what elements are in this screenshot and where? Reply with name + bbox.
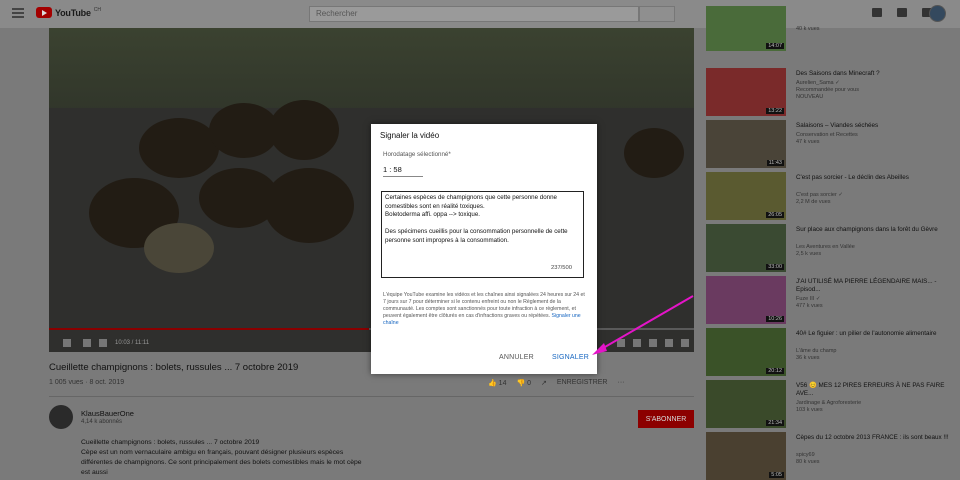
sidebar-thumbnail[interactable]: 20:12 — [706, 328, 786, 376]
cancel-button[interactable]: ANNULER — [499, 354, 534, 361]
search-input[interactable]: Rechercher — [309, 6, 639, 22]
top-bar: YouTube CH Rechercher — [0, 0, 960, 28]
sidebar-video-meta: 40 k vues — [796, 26, 820, 32]
sidebar-thumbnail[interactable]: 13:22 — [706, 68, 786, 116]
search-placeholder: Rechercher — [316, 9, 358, 18]
save-button[interactable]: ENREGISTRER — [557, 379, 608, 387]
sidebar-thumbnail[interactable]: 10:26 — [706, 276, 786, 324]
divider — [49, 396, 694, 397]
sidebar-video-title[interactable]: V56 😊 MES 12 PIRES ERREURS À NE PAS FAIR… — [796, 382, 956, 398]
sidebar-video-title[interactable]: Sur place aux champignons dans la forêt … — [796, 226, 956, 234]
hamburger-menu-icon[interactable] — [12, 8, 24, 18]
sidebar-video-meta: Aurelien_Sama ✓ Recommandée pour vous NO… — [796, 80, 859, 100]
youtube-play-icon — [36, 7, 52, 18]
mushroom-shape — [139, 118, 219, 178]
search-button[interactable] — [639, 6, 675, 22]
sidebar-video-title[interactable]: Salaisons – Viandes séchées — [796, 122, 956, 130]
sidebar-video-title[interactable]: C'est pas sorcier - Le déclin des Abeill… — [796, 174, 956, 182]
sidebar-video-title[interactable]: J'AI UTILISÉ MA PIERRE LÉGENDAIRE MAIS..… — [796, 278, 956, 294]
video-duration-badge: 26:05 — [766, 212, 784, 218]
video-title: Cueillette champignons : bolets, russule… — [49, 362, 299, 373]
channel-subscribers: 4,14 k abonnés — [81, 419, 123, 425]
channel-name[interactable]: KlausBauerOne — [81, 409, 134, 418]
theater-mode-icon[interactable] — [665, 339, 673, 347]
video-duration-badge: 10:26 — [766, 316, 784, 322]
sidebar-video-title[interactable]: Des Saisons dans Minecraft ? — [796, 70, 956, 78]
logo-text: YouTube — [55, 7, 91, 18]
next-icon[interactable] — [83, 339, 91, 347]
top-icons — [872, 8, 932, 17]
video-description: Cueillette champignons : bolets, russule… — [81, 439, 362, 476]
sidebar-video-meta: Les Aventures en Vallée 2,5 k vues — [796, 244, 855, 257]
timestamp-underline — [383, 176, 423, 177]
create-video-icon[interactable] — [872, 8, 882, 17]
mushroom-shape — [144, 223, 214, 273]
mushroom-shape — [624, 128, 684, 178]
video-frame-background — [49, 28, 694, 118]
video-duration-badge: 20:12 — [766, 368, 784, 374]
mushroom-shape — [264, 168, 354, 243]
video-duration-badge: 11:43 — [766, 160, 784, 166]
video-actions: 👍 14 👎 0 ↗ ENREGISTRER ··· — [488, 379, 624, 387]
player-time: 10:03 / 11:11 — [115, 340, 150, 346]
subscribe-button[interactable]: S'ABONNER — [638, 410, 694, 428]
video-views: 1 005 vues · 8 oct. 2019 — [49, 379, 125, 386]
apps-grid-icon[interactable] — [897, 8, 907, 17]
sidebar-video-meta: Jardinage & Agroforesterie 103 k vues — [796, 400, 862, 413]
settings-gear-icon[interactable] — [633, 339, 641, 347]
sidebar-video-meta: C'est pas sorcier ✓ 2,2 M de vues — [796, 192, 843, 205]
logo-region: CH — [93, 6, 101, 13]
report-button[interactable]: SIGNALER — [552, 354, 589, 361]
report-video-dialog: Signaler la vidéo Horodatage sélectionné… — [371, 124, 597, 374]
dislike-count: 0 — [527, 380, 532, 387]
sidebar-video-meta: L'âme du champ 36 k vues — [796, 348, 837, 361]
character-counter: 237/500 — [551, 265, 572, 271]
mushroom-shape — [269, 100, 339, 160]
sidebar-thumbnail[interactable]: 14:07 — [706, 6, 786, 51]
like-count: 14 — [498, 380, 507, 387]
volume-icon[interactable] — [99, 339, 107, 347]
video-duration-badge: 33:00 — [766, 264, 784, 270]
sidebar-thumbnail[interactable]: 26:05 — [706, 172, 786, 220]
timestamp-label: Horodatage sélectionné* — [383, 151, 451, 158]
share-icon[interactable]: ↗ — [541, 379, 547, 387]
subtitles-icon[interactable] — [617, 339, 625, 347]
timestamp-field[interactable]: 1 : 58 — [383, 165, 402, 174]
sidebar-thumbnail[interactable]: 11:43 — [706, 120, 786, 168]
miniplayer-icon[interactable] — [649, 339, 657, 347]
dislike-button[interactable]: 👎 0 — [516, 379, 531, 387]
sidebar-video-title[interactable]: 40# Le figuier : un pilier de l'autonomi… — [796, 330, 956, 338]
sidebar-video-meta: Conservation et Recettes 47 k vues — [796, 132, 858, 145]
more-actions-icon[interactable]: ··· — [617, 379, 624, 387]
video-duration-badge: 14:07 — [766, 43, 784, 49]
video-duration-badge: 13:22 — [766, 108, 784, 114]
video-duration-badge: 21:34 — [766, 420, 784, 426]
fullscreen-icon[interactable] — [681, 339, 689, 347]
youtube-logo[interactable]: YouTube CH — [36, 7, 101, 18]
report-notice: L'équipe YouTube examine les vidéos et l… — [383, 292, 588, 327]
sidebar-thumbnail[interactable]: 33:00 — [706, 224, 786, 272]
like-button[interactable]: 👍 14 — [488, 379, 506, 387]
sidebar-video-meta: Fuze III ✓ 477 k vues — [796, 296, 823, 309]
sidebar-video-meta: spicy69 80 k vues — [796, 452, 820, 465]
sidebar-thumbnail[interactable]: 5:05 — [706, 432, 786, 480]
account-avatar[interactable] — [929, 5, 946, 22]
sidebar-video-title[interactable]: Cèpes du 12 octobre 2013 FRANCE : ils so… — [796, 434, 956, 442]
sidebar-thumbnail[interactable]: 21:34 — [706, 380, 786, 428]
video-duration-badge: 5:05 — [769, 472, 784, 478]
play-icon[interactable] — [63, 339, 71, 347]
dialog-title: Signaler la vidéo — [380, 131, 440, 140]
channel-avatar[interactable] — [49, 405, 73, 429]
